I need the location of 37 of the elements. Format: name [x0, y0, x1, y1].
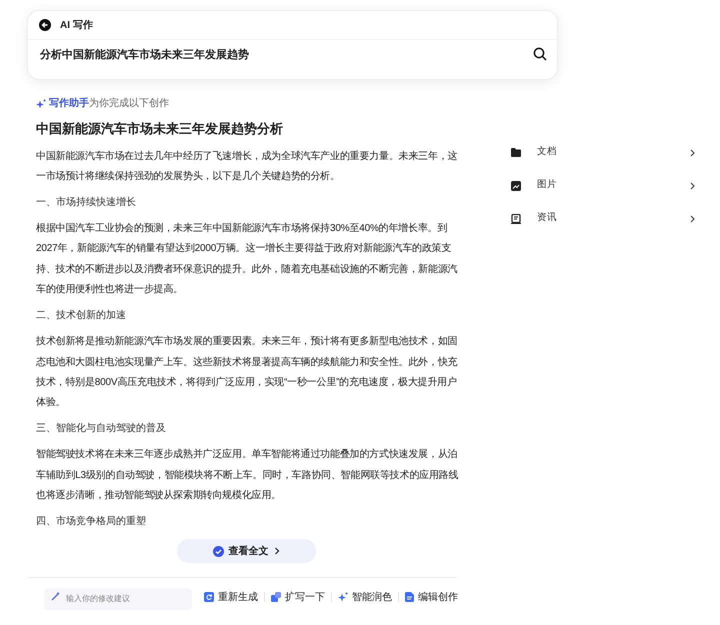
- page-title: AI 写作: [60, 18, 93, 32]
- back-icon[interactable]: [39, 19, 51, 31]
- section-heading: 二、技术创新的加速: [36, 308, 127, 324]
- article-title: 中国新能源汽车市场未来三年发展趋势分析: [36, 120, 284, 138]
- sparkle-icon: [36, 98, 46, 108]
- paragraph: 根据中国汽车工业协会的预测，未来三年中国新能源汽车市场将保持30%至40%的年增长率。到2027年，新能源汽车的销量有望达到2000万辆。这一增长主要得益于政府对新能源汽车的政策支持、技术的不断进步以及消费者环保意识的提升。此外，随着充电基础设施的不断完善，新能源汽车的使用便利性也将进一步提高。: [36, 222, 458, 297]
- paragraph: 智能驾驶技术将在未来三年逐步成熟并广泛应用。单车智能将通过功能叠加的方式快速发展，从泊车辅助到L3级别的自动驾驶，智能模块将不断上车。同时，车路协同、智能网联等技术的应用路线也将逐步清晰，推动智能驾驶从探索期转向规模化应用。: [36, 448, 460, 504]
- section-heading: 三、智能化与自动驾驶的普及: [36, 422, 167, 436]
- image-icon: [511, 180, 521, 190]
- assistant-note: 写作助手为你完成以下创作: [49, 96, 169, 111]
- check-circle-icon: [212, 546, 224, 556]
- folder-icon: [511, 148, 521, 157]
- paragraph: 技术创新将是推动新能源汽车市场发展的重要因素。未来三年，预计将有更多新型电池技术，如固态电池和大圆柱电池实现量产上车。这些新技术将显著提高车辆的续航能力和安全性。此外，快充技术，特别是800V高压充电技术，将得到广泛应用，实现“一秒一公里”的充电速度，极大提升用户体验。: [36, 334, 458, 410]
- newspaper-icon: [511, 214, 521, 224]
- chevron-right-icon: [274, 547, 280, 555]
- action-button[interactable]: 智能润色: [332, 590, 398, 605]
- wand-icon: [51, 591, 61, 601]
- chevron-right-icon: [690, 182, 695, 190]
- query-text: 分析中国新能源汽车市场未来三年发展趋势: [40, 48, 249, 63]
- view-full-text-button[interactable]: 查看全文: [176, 539, 316, 563]
- side-list-item[interactable]: 文档: [508, 136, 698, 169]
- section-heading: 四、市场竞争格局的重塑: [36, 514, 147, 530]
- expand-icon: [271, 592, 281, 602]
- side-list-item[interactable]: 资讯: [508, 202, 698, 235]
- action-button[interactable]: 扩写一下: [265, 590, 331, 605]
- document-icon: [405, 592, 414, 602]
- side-list-item[interactable]: 图片: [508, 169, 698, 202]
- suggestion-input[interactable]: 输入你的修改建议: [44, 588, 192, 610]
- refresh-icon: [204, 592, 214, 602]
- section-heading: 一、市场持续快速增长: [36, 196, 137, 210]
- action-button[interactable]: 重新生成: [198, 590, 264, 605]
- search-icon[interactable]: [533, 47, 547, 61]
- chevron-right-icon: [690, 148, 695, 156]
- action-button[interactable]: 编辑创作: [399, 590, 464, 605]
- sparkle-icon: [338, 592, 348, 602]
- paragraph: 中国新能源汽车市场在过去几年中经历了飞速增长，成为全球汽车产业的重要力量。未来三年，这一市场预计将继续保持强劲的发展势头，以下是几个关键趋势的分析。: [36, 150, 458, 184]
- chevron-right-icon: [690, 214, 695, 222]
